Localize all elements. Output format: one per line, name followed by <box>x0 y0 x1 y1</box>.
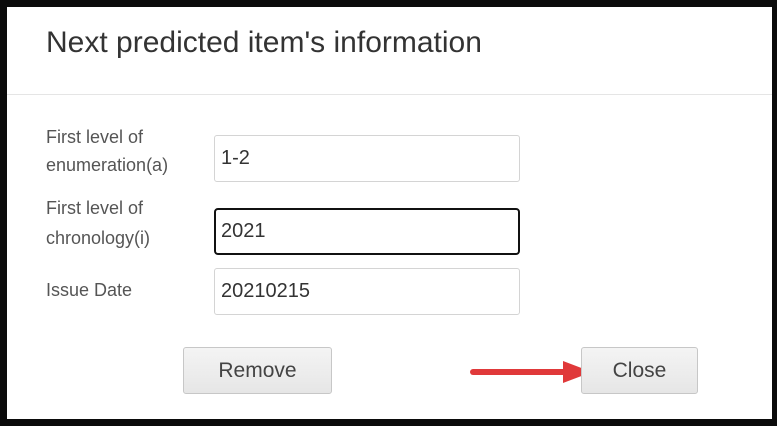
close-button[interactable]: Close <box>581 347 698 394</box>
chronology-field[interactable] <box>214 208 520 255</box>
chronology-label-line2: chronology(i) <box>46 228 151 248</box>
chronology-label-line1: First level of <box>46 198 144 218</box>
enumeration-field[interactable] <box>214 135 520 182</box>
red-arrow-icon <box>470 361 592 383</box>
dialog-frame: Next predicted item's information First … <box>0 0 777 426</box>
issue-date-label: Issue Date <box>46 280 133 300</box>
dialog-title: Next predicted item's information <box>46 26 482 59</box>
enumeration-label-line1: First level of <box>46 127 144 147</box>
enumeration-label-line2: enumeration(a) <box>46 155 169 175</box>
remove-button[interactable]: Remove <box>183 347 332 394</box>
issue-date-field[interactable] <box>214 268 520 315</box>
dialog-header: Next predicted item's information <box>7 7 772 95</box>
